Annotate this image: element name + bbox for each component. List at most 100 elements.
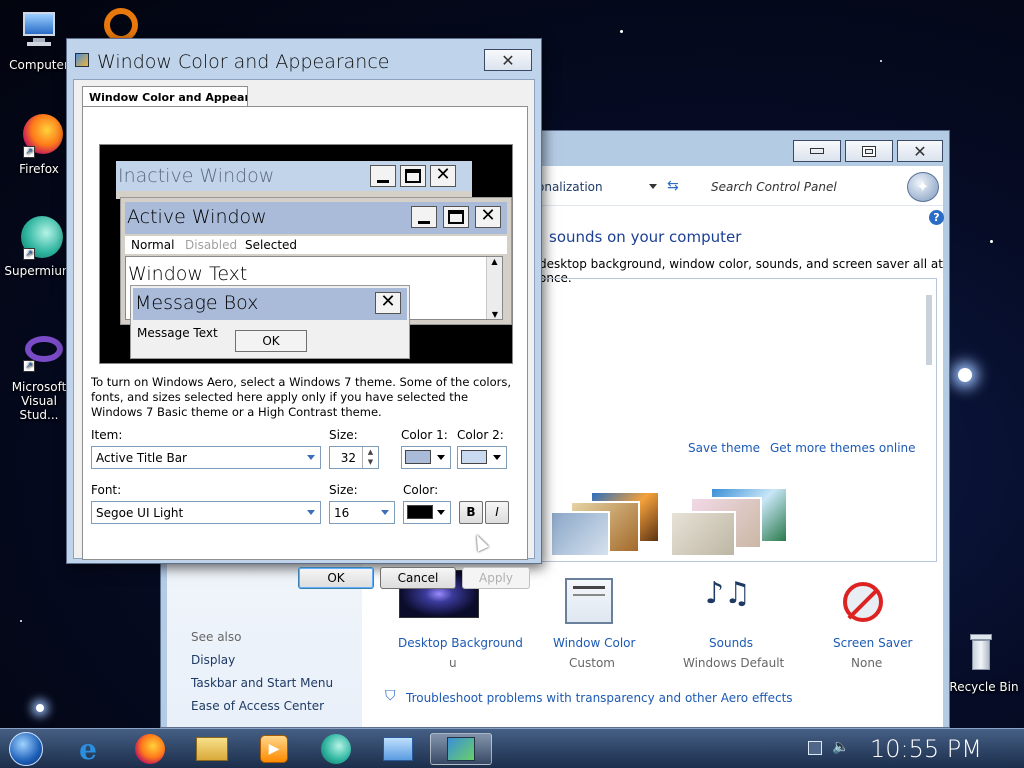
minimize-button[interactable] bbox=[793, 140, 841, 162]
taskbar-control-panel[interactable] bbox=[380, 733, 416, 765]
active-window-title: Active Window bbox=[127, 206, 267, 228]
chevron-down-icon bbox=[493, 455, 501, 460]
close-icon: ✕ bbox=[375, 292, 401, 314]
restore-icon bbox=[862, 145, 876, 157]
screen-saver-icon[interactable] bbox=[843, 582, 883, 622]
recycle-bin-icon bbox=[956, 630, 1004, 678]
desktop-icon-supermium[interactable]: ↗ Supermium bbox=[4, 214, 74, 278]
bold-button[interactable]: B bbox=[459, 501, 483, 524]
menu-normal: Normal bbox=[131, 238, 175, 252]
dialog-app-icon bbox=[75, 53, 89, 67]
clock[interactable]: 10:55 PM bbox=[870, 735, 982, 763]
see-also-heading: See also bbox=[191, 630, 242, 644]
theme-scrollbar[interactable] bbox=[924, 281, 934, 559]
window-color-link[interactable]: Window Color bbox=[553, 636, 635, 650]
inactive-window-titlebar: Inactive Window ✕ bbox=[116, 161, 472, 191]
menu-selected: Selected bbox=[245, 238, 298, 252]
search-icon: ✦ bbox=[916, 177, 930, 196]
tab-window-color-appearance[interactable]: Window Color and Appearance bbox=[82, 86, 248, 107]
minimize-icon bbox=[370, 165, 396, 187]
desktop-icon-label: Computer bbox=[9, 58, 69, 72]
taskbar-supermium[interactable] bbox=[318, 733, 354, 765]
font-size-label: Size: bbox=[329, 483, 358, 497]
link-display[interactable]: Display bbox=[191, 653, 235, 667]
search-button[interactable]: ✦ bbox=[907, 172, 939, 202]
search-input[interactable]: Search Control Panel bbox=[711, 180, 837, 194]
cancel-button[interactable]: Cancel bbox=[380, 567, 456, 589]
chevron-down-icon bbox=[307, 455, 315, 460]
taskbar: e ▶ 🔈 10:55 PM bbox=[0, 728, 1024, 768]
dialog-body: Window Color and Appearance Inactive Win… bbox=[73, 79, 535, 589]
preview-ok-button: OK bbox=[235, 330, 307, 352]
volume-muted-icon[interactable]: 🔈 bbox=[832, 739, 849, 755]
font-size-select[interactable]: 16 bbox=[329, 501, 395, 524]
preview-menu-bar: Normal Disabled Selected bbox=[125, 236, 507, 254]
link-taskbar-start-menu[interactable]: Taskbar and Start Menu bbox=[191, 676, 333, 690]
taskbar-explorer[interactable] bbox=[194, 733, 230, 765]
control-panel-icon bbox=[383, 737, 413, 761]
font-color-swatch bbox=[407, 505, 433, 519]
firefox-icon bbox=[135, 734, 165, 764]
font-color-label: Color: bbox=[403, 483, 439, 497]
desktop-background-value: u bbox=[449, 656, 457, 670]
screen-saver-link[interactable]: Screen Saver bbox=[833, 636, 912, 650]
item-select[interactable]: Active Title Bar bbox=[91, 446, 321, 469]
message-text: Message Text bbox=[137, 326, 218, 340]
dialog-close-button[interactable]: ✕ bbox=[484, 49, 532, 71]
shield-icon: ⛉ bbox=[385, 688, 396, 704]
refresh-icon[interactable]: ⇆ bbox=[667, 178, 679, 194]
color2-picker[interactable] bbox=[457, 446, 507, 469]
star bbox=[36, 704, 44, 712]
desktop-icon-firefox[interactable]: ↗ Firefox bbox=[4, 112, 74, 176]
desktop-icon-label: Firefox bbox=[19, 162, 59, 176]
start-orb-icon bbox=[9, 732, 43, 766]
window-color-icon[interactable] bbox=[565, 578, 613, 624]
font-color-picker[interactable] bbox=[403, 501, 451, 524]
network-icon[interactable] bbox=[808, 741, 822, 755]
breadcrumb-dropdown-icon[interactable] bbox=[649, 184, 657, 189]
chevron-down-icon bbox=[437, 510, 445, 515]
taskbar-media-player[interactable]: ▶ bbox=[256, 733, 292, 765]
font-select[interactable]: Segoe UI Light bbox=[91, 501, 321, 524]
help-icon[interactable]: ? bbox=[929, 210, 944, 225]
theme-thumbnail[interactable] bbox=[670, 487, 790, 557]
maximize-button[interactable] bbox=[845, 140, 893, 162]
close-button[interactable]: ✕ bbox=[897, 140, 943, 162]
breadcrumb[interactable]: onalization bbox=[537, 180, 603, 194]
star bbox=[620, 30, 623, 33]
inactive-window-title: Inactive Window bbox=[118, 165, 275, 187]
close-icon: ✕ bbox=[475, 206, 501, 228]
taskbar-personalization[interactable] bbox=[430, 733, 492, 765]
theme-thumbnail[interactable] bbox=[550, 491, 660, 557]
sounds-value: Windows Default bbox=[683, 656, 785, 670]
sounds-icon[interactable]: ♪♫ bbox=[705, 576, 751, 611]
taskbar-firefox[interactable] bbox=[132, 733, 168, 765]
desktop-icon-visual-studio[interactable]: ↗ Microsoft Visual Stud... bbox=[4, 330, 74, 422]
color1-picker[interactable] bbox=[401, 446, 451, 469]
item-size-stepper[interactable]: 32 ▲ ▼ bbox=[329, 446, 379, 469]
desktop-icon-computer[interactable]: Computer bbox=[4, 8, 74, 72]
close-icon: ✕ bbox=[430, 165, 456, 187]
spin-arrows-icon[interactable]: ▲ ▼ bbox=[362, 447, 378, 468]
save-theme-link[interactable]: Save theme bbox=[688, 441, 760, 455]
appearance-preview[interactable]: Inactive Window ✕ Active Window ✕ Normal… bbox=[99, 144, 513, 364]
sounds-link[interactable]: Sounds bbox=[709, 636, 753, 650]
troubleshoot-link[interactable]: Troubleshoot problems with transparency … bbox=[406, 691, 793, 705]
desktop-icon-recycle-bin[interactable]: Recycle Bin bbox=[940, 630, 1020, 694]
desktop-background-link[interactable]: Desktop Background bbox=[398, 636, 523, 650]
desktop-icon-label: Microsoft Visual Stud... bbox=[11, 380, 67, 422]
minimize-icon bbox=[810, 148, 824, 154]
start-button[interactable] bbox=[6, 732, 46, 766]
theme-list[interactable]: Save theme Get more themes online bbox=[539, 278, 937, 562]
ok-button[interactable]: OK bbox=[298, 567, 374, 589]
apply-button[interactable]: Apply bbox=[462, 567, 530, 589]
italic-button[interactable]: I bbox=[485, 501, 509, 524]
aero-info-text: To turn on Windows Aero, select a Window… bbox=[91, 375, 512, 419]
taskbar-ie[interactable]: e bbox=[70, 733, 106, 766]
maximize-icon bbox=[400, 165, 426, 187]
firefox-icon: ↗ bbox=[15, 112, 63, 160]
link-ease-of-access[interactable]: Ease of Access Center bbox=[191, 699, 324, 713]
close-icon: ✕ bbox=[913, 141, 927, 161]
app-ring-icon[interactable] bbox=[104, 8, 138, 42]
get-more-themes-link[interactable]: Get more themes online bbox=[770, 441, 916, 455]
